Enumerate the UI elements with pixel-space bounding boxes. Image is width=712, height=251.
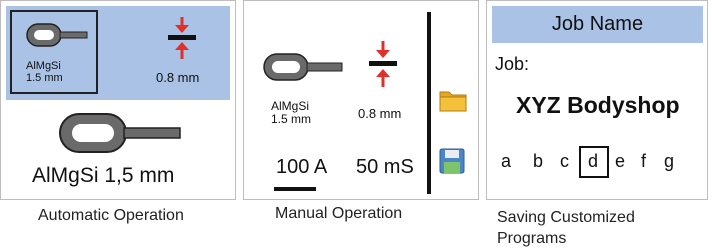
manual-operation-panel: AlMgSi 1.5 mm 0.8 mm 100 A 50 mS	[243, 0, 479, 200]
automatic-screen: AlMgSi 1.5 mm 0.8 mm AlMgSi 1,5 mm	[6, 6, 230, 195]
letter-d[interactable]: d	[588, 151, 598, 172]
key-icon	[263, 52, 343, 82]
folder-icon[interactable]	[439, 88, 467, 117]
letter-e[interactable]: e	[615, 151, 625, 172]
key-icon	[26, 22, 88, 48]
thickness-icon	[367, 40, 399, 93]
saving-caption-line1: Saving Customized	[497, 209, 635, 226]
time-value[interactable]: 50 mS	[356, 156, 414, 179]
letter-b[interactable]: b	[533, 151, 543, 172]
thickness-value: 0.8 mm	[156, 70, 200, 85]
automatic-caption: Automatic Operation	[38, 207, 184, 224]
letter-f[interactable]: f	[641, 151, 646, 172]
manual-caption: Manual Operation	[275, 205, 403, 222]
key-label-line1: AlMgSi	[271, 99, 310, 113]
key-label-line2: 1.5 mm	[271, 112, 312, 126]
divider	[427, 12, 431, 194]
thickness-icon	[166, 16, 198, 65]
small-key-label-line1: AlMgSi	[26, 60, 61, 72]
key-icon	[58, 111, 182, 155]
automatic-operation-panel: AlMgSi 1.5 mm 0.8 mm AlMgSi 1,5 mm	[0, 0, 236, 200]
job-name-panel: Job Name Job: XYZ Bodyshop a b c d e f g	[486, 0, 708, 200]
saving-caption-line2: Programs	[497, 230, 567, 247]
current-value[interactable]: 100 A	[276, 156, 327, 179]
letter-a[interactable]: a	[501, 151, 511, 172]
selected-material-frame[interactable]: AlMgSi 1.5 mm	[10, 10, 98, 94]
selection-underline	[274, 187, 316, 191]
letter-c[interactable]: c	[560, 151, 569, 172]
small-key-label-line2: 1.5 mm	[26, 72, 63, 84]
large-key-label: AlMgSi 1,5 mm	[32, 164, 175, 187]
job-screen: Job Name Job: XYZ Bodyshop a b c d e f g	[492, 6, 703, 195]
job-value[interactable]: XYZ Bodyshop	[516, 92, 680, 119]
thickness-value: 0.8 mm	[358, 106, 402, 121]
save-icon[interactable]	[439, 148, 465, 179]
auto-top-section: AlMgSi 1.5 mm 0.8 mm	[6, 6, 230, 100]
manual-screen: AlMgSi 1.5 mm 0.8 mm 100 A 50 mS	[249, 6, 473, 195]
job-header-title: Job Name	[492, 6, 703, 43]
letter-g[interactable]: g	[664, 151, 674, 172]
job-label: Job:	[495, 54, 530, 74]
